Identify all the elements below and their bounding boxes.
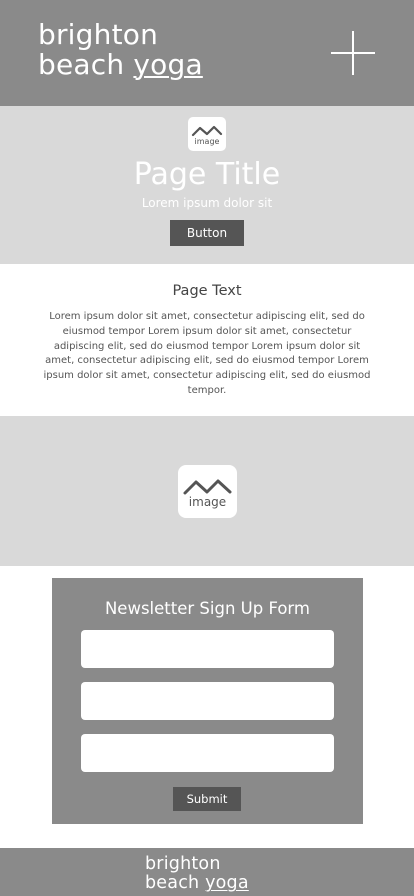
logo-line-1: brighton [38, 18, 159, 51]
page-text-heading: Page Text [172, 283, 242, 299]
newsletter-title: Newsletter Sign Up Form [104, 599, 311, 618]
footer-logo-line-1: brighton [145, 854, 221, 874]
image-placeholder-icon: image [178, 465, 237, 518]
submit-button[interactable]: Submit [173, 787, 241, 811]
logo-line-2: beach yoga [38, 50, 203, 80]
hero-button[interactable]: Button [170, 220, 244, 246]
site-footer: brighton beach yoga [0, 848, 414, 896]
page-subtitle: Lorem ipsum dolor sit [141, 196, 273, 210]
footer-logo-line-2: beach yoga [145, 874, 249, 893]
site-logo[interactable]: brighton beach yoga [38, 20, 203, 80]
hero-section: image Page Title Lorem ipsum dolor sit B… [0, 106, 414, 264]
image-icon-label: image [188, 495, 227, 509]
footer-logo-word-yoga: yoga [205, 873, 249, 893]
page-text-section: Page Text Lorem ipsum dolor sit amet, co… [0, 264, 414, 416]
site-header: brighton beach yoga [0, 0, 414, 106]
image-block: image [0, 416, 414, 566]
newsletter-form: Newsletter Sign Up Form Submit [52, 578, 363, 824]
logo-word-beach: beach [38, 48, 134, 81]
newsletter-field-2[interactable] [81, 682, 334, 720]
page-title: Page Title [133, 157, 281, 192]
newsletter-field-3[interactable] [81, 734, 334, 772]
footer-logo[interactable]: brighton beach yoga [145, 855, 249, 893]
image-icon-label: image [194, 137, 220, 146]
page-text-body: Lorem ipsum dolor sit amet, consectetur … [43, 311, 371, 396]
image-placeholder-icon: image [188, 117, 226, 151]
footer-logo-word-beach: beach [145, 873, 206, 893]
newsletter-field-1[interactable] [81, 630, 334, 668]
plus-icon[interactable] [331, 31, 375, 75]
logo-word-yoga: yoga [133, 48, 203, 81]
